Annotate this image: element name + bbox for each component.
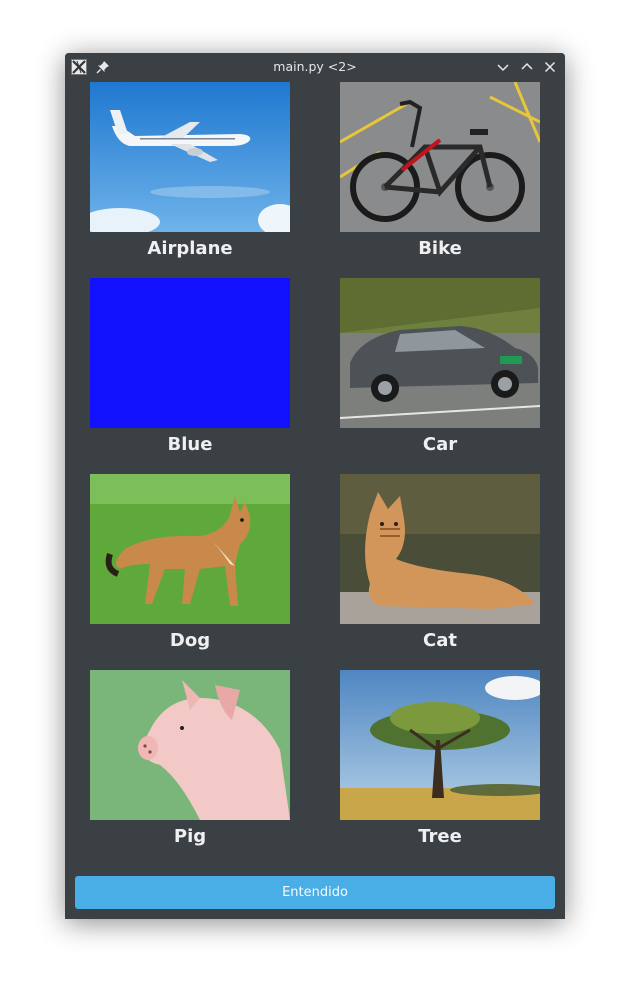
grid-item-dog: Dog	[90, 474, 290, 651]
grid-item-airplane: Airplane	[90, 82, 290, 259]
item-label: Bike	[418, 238, 462, 259]
grid-item-bike: Bike	[340, 82, 540, 259]
item-label: Car	[422, 434, 458, 455]
item-label: Dog	[169, 630, 211, 651]
grid-item-cat: Cat	[340, 474, 540, 651]
dog-image	[90, 474, 290, 624]
grid-item-blue: Blue	[90, 278, 290, 455]
title-bar[interactable]: main.py <2>	[65, 53, 565, 81]
bike-image	[340, 82, 540, 232]
ok-button[interactable]: Entendido	[75, 876, 555, 909]
car-image	[340, 278, 540, 428]
cat-image	[340, 474, 540, 624]
item-label: Pig	[173, 826, 207, 847]
grid-item-pig: Pig	[90, 670, 290, 847]
grid-item-tree: Tree	[340, 670, 540, 847]
window-title: main.py <2>	[273, 59, 357, 74]
item-label: Cat	[423, 630, 457, 651]
grid-item-car: Car	[340, 278, 540, 455]
item-label: Tree	[418, 826, 462, 847]
blue-swatch-image	[90, 278, 290, 428]
pig-image	[90, 670, 290, 820]
app-window: main.py <2> Airplane Bike Blue Car Dog C…	[65, 53, 565, 919]
item-label: Blue	[167, 434, 213, 455]
airplane-image	[90, 82, 290, 232]
maximize-chevron-up-icon[interactable]	[519, 59, 535, 75]
minimize-chevron-down-icon[interactable]	[495, 59, 511, 75]
item-label: Airplane	[147, 238, 233, 259]
close-icon[interactable]	[542, 59, 558, 75]
tree-image	[340, 670, 540, 820]
